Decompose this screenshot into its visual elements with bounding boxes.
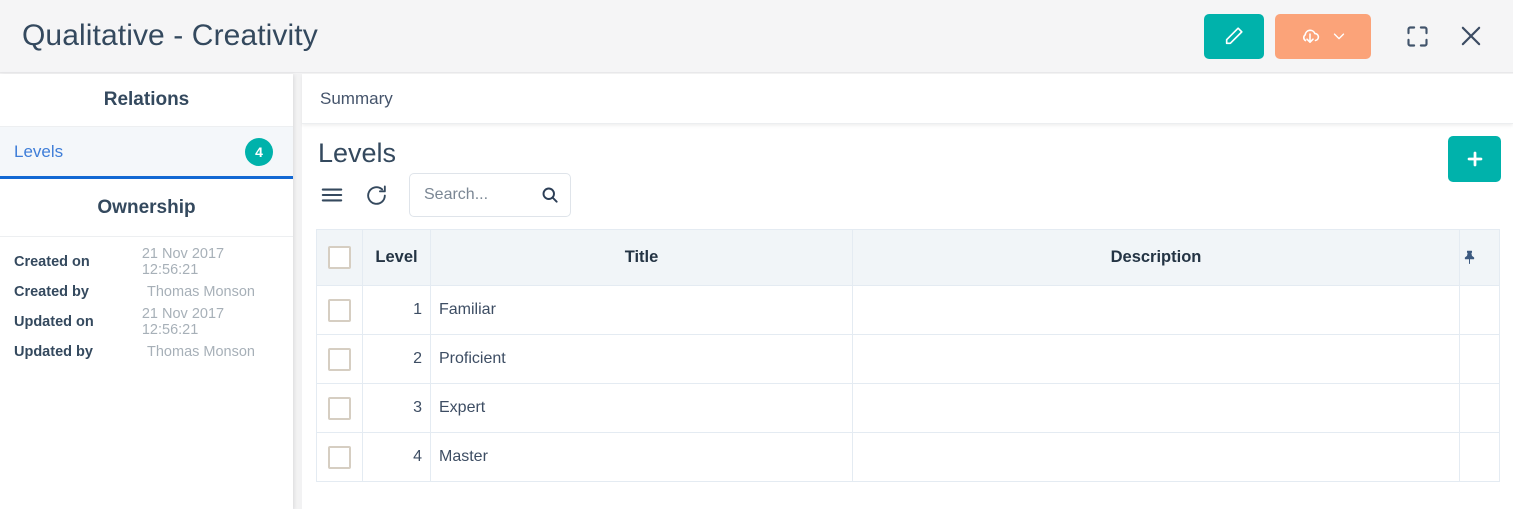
- meta-row: Created by Thomas Monson: [0, 277, 293, 307]
- meta-value: 21 Nov 2017 12:56:21: [142, 246, 279, 278]
- column-header-title[interactable]: Title: [431, 230, 853, 286]
- row-checkbox[interactable]: [328, 299, 351, 322]
- page-title: Qualitative - Creativity: [22, 19, 318, 53]
- table-body: 1 Familiar 2 Proficient 3 Expert: [317, 286, 1500, 482]
- main-content-card: Summary Levels: [302, 74, 1513, 509]
- column-header-level[interactable]: Level: [363, 230, 431, 286]
- relations-heading: Relations: [0, 74, 293, 127]
- ownership-heading: Ownership: [0, 179, 293, 237]
- cell-title: Master: [431, 433, 853, 482]
- select-all-header[interactable]: [317, 230, 363, 286]
- search-input[interactable]: [422, 185, 540, 205]
- cell-level: 2: [363, 335, 431, 384]
- pin-icon[interactable]: [1461, 249, 1498, 266]
- fullscreen-button[interactable]: [1393, 12, 1441, 60]
- table-row[interactable]: 3 Expert: [317, 384, 1500, 433]
- meta-value: 21 Nov 2017 12:56:21: [142, 306, 279, 338]
- table-row[interactable]: 4 Master: [317, 433, 1500, 482]
- search-icon[interactable]: [540, 185, 560, 205]
- table-header-row: Level Title Description: [317, 230, 1500, 286]
- grid-toolbar: [316, 173, 1499, 229]
- row-select-cell[interactable]: [317, 433, 363, 482]
- cell-title: Expert: [431, 384, 853, 433]
- cell-level: 1: [363, 286, 431, 335]
- select-all-checkbox[interactable]: [328, 246, 351, 269]
- close-icon: [1456, 21, 1486, 51]
- tab-bar: Summary: [302, 74, 1513, 124]
- table-row[interactable]: 1 Familiar: [317, 286, 1500, 335]
- levels-table: Level Title Description: [316, 229, 1500, 482]
- sidebar-item-label: Levels: [14, 142, 63, 162]
- sidebar: Relations Levels 4 Ownership Created on …: [0, 74, 293, 509]
- pencil-icon: [1223, 25, 1245, 47]
- row-checkbox[interactable]: [328, 446, 351, 469]
- window-titlebar: Qualitative - Creativity: [0, 0, 1513, 73]
- relation-count-badge: 4: [245, 138, 273, 166]
- refresh-icon: [364, 183, 389, 208]
- plus-icon: [1464, 148, 1486, 170]
- cell-level: 4: [363, 433, 431, 482]
- meta-row: Updated by Thomas Monson: [0, 337, 293, 367]
- meta-label: Updated by: [14, 344, 147, 360]
- section-title: Levels: [316, 124, 1499, 173]
- cell-description: [853, 433, 1460, 482]
- refresh-button[interactable]: [360, 179, 392, 211]
- cell-pin: [1460, 286, 1500, 335]
- cell-title: Familiar: [431, 286, 853, 335]
- add-button[interactable]: [1448, 136, 1501, 182]
- cell-pin: [1460, 335, 1500, 384]
- cell-level: 3: [363, 384, 431, 433]
- menu-button[interactable]: [316, 179, 348, 211]
- meta-value: Thomas Monson: [147, 284, 255, 300]
- row-select-cell[interactable]: [317, 335, 363, 384]
- meta-label: Updated on: [14, 314, 142, 330]
- row-select-cell[interactable]: [317, 286, 363, 335]
- cell-description: [853, 335, 1460, 384]
- meta-label: Created by: [14, 284, 147, 300]
- column-header-description[interactable]: Description: [853, 230, 1460, 286]
- levels-panel: Levels: [302, 124, 1513, 482]
- cloud-download-icon: [1298, 24, 1322, 48]
- sidebar-item-levels[interactable]: Levels 4: [0, 127, 293, 179]
- tab-summary[interactable]: Summary: [302, 74, 411, 124]
- cell-description: [853, 384, 1460, 433]
- column-header-pin[interactable]: [1460, 230, 1500, 286]
- search-box[interactable]: [409, 173, 571, 217]
- row-checkbox[interactable]: [328, 397, 351, 420]
- table-row[interactable]: 2 Proficient: [317, 335, 1500, 384]
- cell-title: Proficient: [431, 335, 853, 384]
- cell-description: [853, 286, 1460, 335]
- cell-pin: [1460, 384, 1500, 433]
- close-button[interactable]: [1447, 12, 1495, 60]
- row-select-cell[interactable]: [317, 384, 363, 433]
- cell-pin: [1460, 433, 1500, 482]
- hamburger-icon: [319, 182, 345, 208]
- meta-row: Created on 21 Nov 2017 12:56:21: [0, 247, 293, 277]
- titlebar-actions: [1204, 12, 1513, 60]
- meta-value: Thomas Monson: [147, 344, 255, 360]
- row-checkbox[interactable]: [328, 348, 351, 371]
- fullscreen-icon: [1404, 23, 1431, 50]
- meta-label: Created on: [14, 254, 142, 270]
- chevron-down-icon[interactable]: [1330, 27, 1348, 45]
- download-button[interactable]: [1275, 14, 1371, 59]
- edit-button[interactable]: [1204, 14, 1264, 59]
- meta-row: Updated on 21 Nov 2017 12:56:21: [0, 307, 293, 337]
- ownership-details: Created on 21 Nov 2017 12:56:21 Created …: [0, 237, 293, 379]
